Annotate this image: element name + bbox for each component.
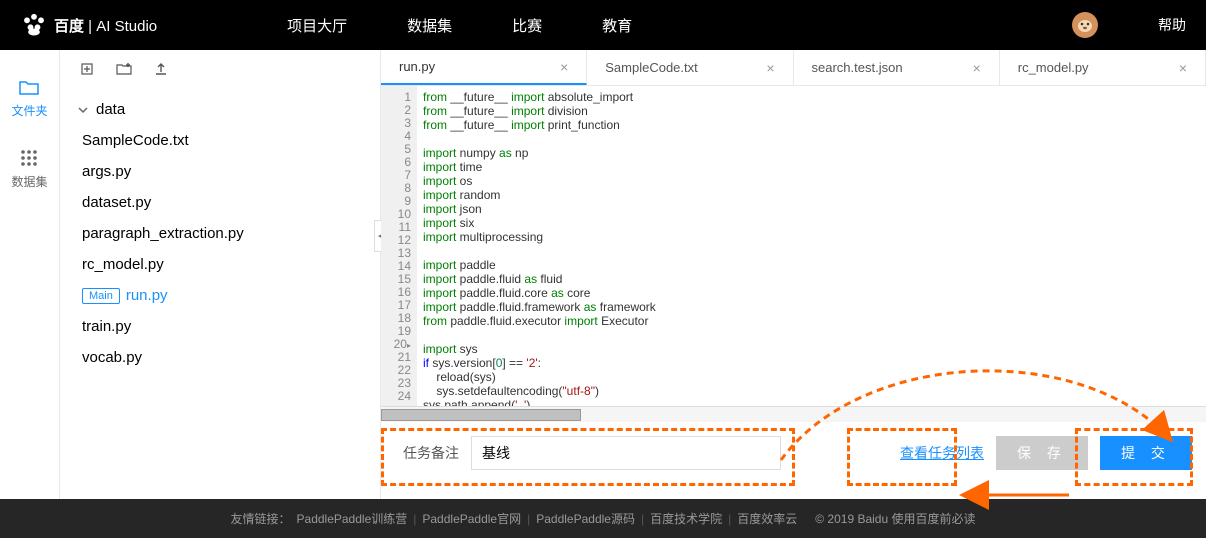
tab-samplecode[interactable]: SampleCode.txt×: [587, 50, 793, 85]
nav-projects[interactable]: 项目大厅: [287, 15, 347, 36]
task-bar: 任务备注 查看任务列表 保 存 提 交: [381, 422, 1206, 484]
file-item-active[interactable]: Main run.py: [78, 280, 370, 311]
save-button[interactable]: 保 存: [996, 436, 1088, 470]
nav-competition[interactable]: 比赛: [512, 15, 542, 36]
file-item[interactable]: SampleCode.txt: [78, 125, 370, 156]
help-link[interactable]: 帮助: [1158, 15, 1186, 35]
file-panel: data SampleCode.txt args.py dataset.py p…: [60, 50, 380, 499]
nav-datasets[interactable]: 数据集: [407, 15, 452, 36]
footer-copyright: © 2019 Baidu 使用百度前必读: [815, 510, 975, 527]
tab-searchjson[interactable]: search.test.json×: [794, 50, 1000, 85]
avatar[interactable]: [1072, 12, 1098, 38]
grid-icon: [20, 149, 38, 167]
footer-link[interactable]: PaddlePaddle官网: [422, 510, 521, 527]
footer-link[interactable]: PaddlePaddle源码: [536, 510, 635, 527]
file-item[interactable]: rc_model.py: [78, 249, 370, 280]
view-task-list-link[interactable]: 查看任务列表: [900, 443, 984, 463]
footer-link[interactable]: PaddlePaddle训练营: [297, 510, 408, 527]
left-sidebar: 文件夹 数据集: [0, 50, 60, 499]
chevron-down-icon: [78, 105, 88, 115]
nav-education[interactable]: 教育: [602, 15, 632, 36]
footer-link[interactable]: 百度技术学院: [650, 510, 722, 527]
horizontal-scrollbar[interactable]: [381, 406, 1206, 422]
file-item[interactable]: vocab.py: [78, 342, 370, 373]
editor-area: ◄ run.py× SampleCode.txt× search.test.js…: [380, 50, 1206, 499]
footer-label: 友情链接：: [231, 510, 291, 527]
file-item[interactable]: paragraph_extraction.py: [78, 218, 370, 249]
file-item[interactable]: dataset.py: [78, 187, 370, 218]
close-icon[interactable]: ×: [1179, 60, 1187, 76]
nav-links: 项目大厅 数据集 比赛 教育: [287, 15, 632, 36]
tab-rcmodel[interactable]: rc_model.py×: [1000, 50, 1206, 85]
main-area: 文件夹 数据集 data SampleCode.txt args.py data…: [0, 50, 1206, 499]
footer: 友情链接： PaddlePaddle训练营| PaddlePaddle官网| P…: [0, 499, 1206, 538]
baidu-paw-icon: [20, 11, 48, 39]
file-toolbar: [60, 50, 380, 90]
new-folder-icon[interactable]: [116, 62, 132, 79]
task-note-input[interactable]: [471, 436, 781, 470]
folder-icon: [19, 80, 39, 96]
close-icon[interactable]: ×: [560, 59, 568, 75]
editor-tabs: run.py× SampleCode.txt× search.test.json…: [381, 50, 1206, 86]
code-content[interactable]: from __future__ import absolute_import f…: [417, 86, 1206, 406]
close-icon[interactable]: ×: [973, 60, 981, 76]
line-gutter: 1234567891011121314151617181920▸21222324: [381, 86, 417, 406]
folder-data[interactable]: data: [78, 94, 370, 125]
new-file-icon[interactable]: [80, 62, 94, 79]
task-label: 任务备注: [403, 443, 459, 463]
code-editor[interactable]: 1234567891011121314151617181920▸21222324…: [381, 86, 1206, 406]
logo[interactable]: 百度 | AI Studio: [20, 11, 157, 39]
footer-link[interactable]: 百度效率云: [737, 510, 797, 527]
upload-icon[interactable]: [154, 62, 168, 79]
monkey-avatar-icon: [1073, 13, 1097, 37]
file-item[interactable]: args.py: [78, 156, 370, 187]
main-badge: Main: [82, 288, 120, 304]
file-item[interactable]: train.py: [78, 311, 370, 342]
tab-runpy[interactable]: run.py×: [381, 50, 587, 85]
sidebar-item-files[interactable]: 文件夹: [11, 80, 47, 119]
file-tree: data SampleCode.txt args.py dataset.py p…: [60, 90, 380, 373]
close-icon[interactable]: ×: [766, 60, 774, 76]
sidebar-item-datasets[interactable]: 数据集: [11, 149, 47, 190]
submit-button[interactable]: 提 交: [1100, 436, 1192, 470]
top-nav: 百度 | AI Studio 项目大厅 数据集 比赛 教育 帮助: [0, 0, 1206, 50]
